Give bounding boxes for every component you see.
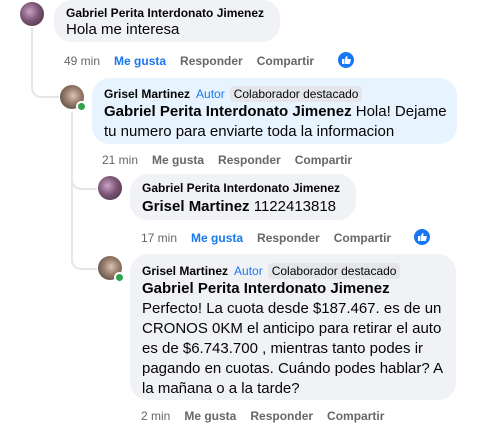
comment-bubble: Gabriel Perita Interdonato Jimenez Grise… (130, 174, 356, 220)
reply-button[interactable]: Responder (180, 54, 243, 68)
avatar[interactable] (20, 2, 44, 26)
share-button[interactable]: Compartir (327, 409, 384, 423)
reply-button[interactable]: Responder (257, 231, 320, 245)
mention-link[interactable]: Gabriel Perita Interdonato Jimenez (104, 103, 352, 120)
thread-connector (71, 168, 97, 190)
comment-text: Gabriel Perita Interdonato Jimenez Perfe… (142, 280, 443, 397)
comment-author-name[interactable]: Grisel Martinez (142, 264, 228, 278)
comment-time[interactable]: 17 min (141, 231, 177, 245)
avatar[interactable] (98, 176, 122, 200)
comment-actions: 2 min Me gusta Responder Compartir (141, 409, 398, 423)
comment-author-name[interactable]: Gabriel Perita Interdonato Jimenez (142, 181, 340, 195)
comment-text: Grisel Martinez 1122413818 (142, 198, 337, 215)
like-button[interactable]: Me gusta (184, 409, 236, 423)
thread-connector (31, 70, 59, 98)
like-button[interactable]: Me gusta (114, 54, 166, 68)
comment-author-name[interactable]: Gabriel Perita Interdonato Jimenez (66, 6, 264, 20)
comment-actions: 21 min Me gusta Responder Compartir (102, 153, 366, 167)
comment-actions: 49 min Me gusta Responder Compartir (64, 54, 328, 68)
share-button[interactable]: Compartir (295, 153, 352, 167)
top-contributor-badge: Colaborador destacado (229, 86, 363, 102)
comment-time[interactable]: 49 min (64, 54, 100, 68)
top-contributor-badge: Colaborador destacado (267, 263, 401, 279)
comment-author-name[interactable]: Grisel Martinez (104, 87, 190, 101)
reply-button[interactable]: Responder (250, 409, 313, 423)
like-button[interactable]: Me gusta (191, 231, 243, 245)
mention-link[interactable]: Gabriel Perita Interdonato Jimenez (142, 280, 390, 297)
online-status-icon (76, 101, 87, 112)
comment-time[interactable]: 2 min (141, 409, 170, 423)
online-status-icon (114, 272, 125, 283)
thread-connector (71, 248, 97, 270)
comment-actions: 17 min Me gusta Responder Compartir (141, 231, 405, 245)
share-button[interactable]: Compartir (257, 54, 314, 68)
mention-link[interactable]: Grisel Martinez (142, 198, 250, 215)
comment-bubble: Grisel Martinez Autor Colaborador destacad… (92, 78, 457, 144)
comment-bubble: Grisel Martinez Autor Colaborador destacad… (130, 254, 456, 400)
share-button[interactable]: Compartir (334, 231, 391, 245)
thumbs-up-icon[interactable] (414, 229, 430, 245)
thread-line (71, 112, 73, 262)
comment-time[interactable]: 21 min (102, 153, 138, 167)
like-button[interactable]: Me gusta (152, 153, 204, 167)
thumbs-up-icon[interactable] (338, 52, 354, 68)
reply-button[interactable]: Responder (218, 153, 281, 167)
comment-bubble: Gabriel Perita Interdonato Jimenez Hola … (54, 0, 280, 42)
author-label: Autor (234, 264, 263, 278)
comment-text: Gabriel Perita Interdonato Jimenez Hola!… (104, 103, 447, 140)
author-label: Autor (196, 87, 225, 101)
comment-text: Hola me interesa (66, 21, 180, 38)
